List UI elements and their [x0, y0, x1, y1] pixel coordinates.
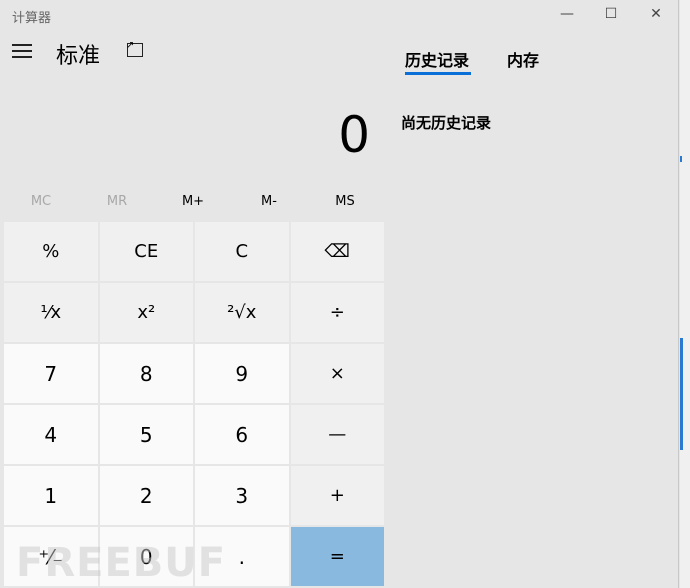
mode-title: 标准	[56, 44, 101, 69]
memory-mminus-button[interactable]: M-	[231, 194, 307, 209]
equals-button[interactable]: =	[290, 527, 384, 586]
digit-2-button[interactable]: 2	[99, 466, 193, 525]
tab-history[interactable]: 历史记录	[405, 47, 469, 71]
digit-7-button[interactable]: 7	[4, 344, 98, 403]
square-root-button[interactable]: ²√x	[195, 283, 289, 342]
digit-9-button[interactable]: 9	[195, 344, 289, 403]
clear-button[interactable]: C	[195, 222, 289, 281]
keep-on-top-icon[interactable]	[126, 40, 143, 57]
clear-entry-button[interactable]: CE	[99, 222, 193, 281]
memory-mr-button: MR	[106, 194, 128, 209]
keypad: % CE C ⌫ ¹⁄x x² ²√x ÷ 7 8 9 × 4 5 6—1 2 3 + ⁺⁄₋ 0. =	[4, 222, 384, 586]
multiply-button[interactable]: ×	[290, 344, 384, 403]
active-tab-indicator	[405, 72, 471, 75]
digit-5-button[interactable]: 5	[99, 405, 193, 464]
square-button[interactable]: x²	[99, 283, 193, 342]
digit-3-button[interactable]: 3	[195, 466, 289, 525]
add-button[interactable]: +	[290, 466, 384, 525]
window-title: 计算器	[12, 11, 52, 26]
subtract-button[interactable]: —	[290, 405, 384, 464]
divide-button[interactable]: ÷	[290, 283, 384, 342]
memory-mc-button: MC	[30, 194, 52, 209]
watermark: FREEBUF	[16, 540, 227, 586]
memory-ms-button[interactable]: MS	[307, 194, 383, 209]
backspace-button[interactable]: ⌫	[290, 222, 384, 281]
calculator-window: 计算器 — ☐ ✕ 标准 历史记录 内存 尚无历史记录 0 MC MR M+M-MS…	[0, 0, 679, 588]
result-display: 0	[338, 106, 370, 164]
minimize-button[interactable]: —	[545, 2, 589, 26]
history-empty-text: 尚无历史记录	[401, 114, 492, 132]
digit-6-button[interactable]: 6	[195, 405, 289, 464]
percent-button[interactable]: %	[4, 222, 98, 281]
digit-1-button[interactable]: 1	[4, 466, 98, 525]
digit-8-button[interactable]: 8	[99, 344, 193, 403]
close-button[interactable]: ✕	[634, 2, 678, 26]
tab-memory[interactable]: 内存	[507, 47, 539, 71]
digit-4-button[interactable]: 4	[4, 405, 98, 464]
scrollbar[interactable]	[680, 0, 690, 588]
maximize-button[interactable]: ☐	[589, 2, 633, 26]
reciprocal-button[interactable]: ¹⁄x	[4, 283, 98, 342]
menu-icon[interactable]	[12, 44, 32, 60]
memory-mplus-button[interactable]: M+	[155, 194, 231, 209]
